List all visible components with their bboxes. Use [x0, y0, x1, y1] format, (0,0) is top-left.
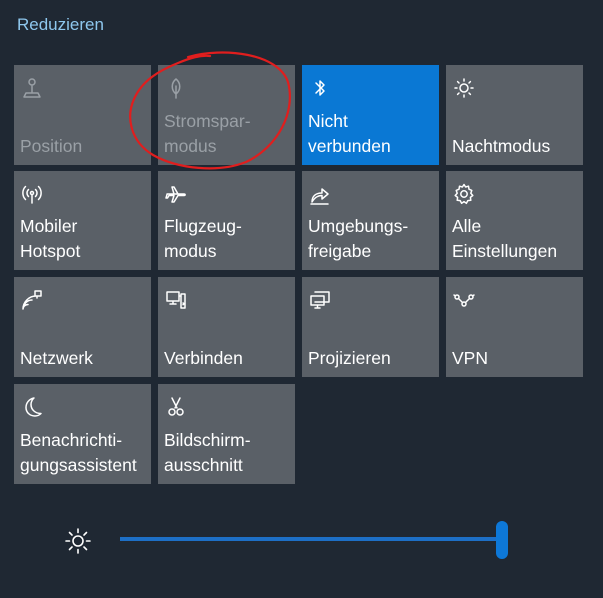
- project-icon: [308, 288, 332, 312]
- bluetooth-icon: [308, 76, 332, 100]
- moon-icon: [20, 395, 44, 419]
- tile-label-line: Nicht: [308, 111, 348, 131]
- hotspot-icon: [20, 182, 44, 206]
- tile-airplane-mode[interactable]: Flugzeug-modus: [158, 171, 295, 270]
- tile-bluetooth[interactable]: Nicht verbunden: [302, 65, 439, 165]
- tile-project[interactable]: Projizieren: [302, 277, 439, 377]
- tile-label-line: modus: [164, 241, 217, 261]
- tile-snip[interactable]: Bildschirm-ausschnitt: [158, 384, 295, 484]
- tile-battery-saver[interactable]: Stromspar-modus: [158, 65, 295, 165]
- tile-label-line: ausschnitt: [164, 455, 243, 475]
- scissors-icon: [164, 395, 188, 419]
- brightness-thumb[interactable]: [496, 521, 508, 559]
- tile-label-line: Netzwerk: [20, 348, 93, 368]
- tile-label-line: VPN: [452, 348, 488, 368]
- brightness-track[interactable]: [120, 537, 502, 541]
- tile-label-line: Mobiler: [20, 216, 78, 236]
- tile-network[interactable]: Netzwerk: [14, 277, 151, 377]
- tile-vpn[interactable]: VPN: [446, 277, 583, 377]
- tile-label-line: modus: [164, 136, 217, 156]
- tile-label: Position: [20, 134, 147, 159]
- tile-connect[interactable]: Verbinden: [158, 277, 295, 377]
- tile-position[interactable]: Position: [14, 65, 151, 165]
- brightness-icon: [64, 527, 92, 555]
- brightness-control: [0, 510, 603, 570]
- tile-mobile-hotspot[interactable]: Mobiler Hotspot: [14, 171, 151, 270]
- connect-icon: [164, 288, 188, 312]
- tile-label: VPN: [452, 346, 579, 371]
- tile-label: Nachtmodus: [452, 134, 579, 159]
- tile-label-line: Flugzeug-: [164, 216, 242, 236]
- tile-label-line: freigabe: [308, 241, 372, 261]
- tile-label: Benachrichti-gungsassistent: [20, 428, 147, 478]
- gear-icon: [452, 182, 476, 206]
- tile-night-mode[interactable]: Nachtmodus: [446, 65, 583, 165]
- tile-label: Projizieren: [308, 346, 435, 371]
- share-icon: [308, 182, 332, 206]
- tile-nearby-sharing[interactable]: Umgebungs-freigabe: [302, 171, 439, 270]
- tile-label: Bildschirm-ausschnitt: [164, 428, 291, 478]
- tile-label-line: Alle: [452, 216, 482, 236]
- tile-label: Mobiler Hotspot: [20, 214, 147, 264]
- airplane-icon: [164, 182, 188, 206]
- tile-label-line: Einstellungen: [452, 241, 558, 261]
- vpn-icon: [452, 288, 476, 312]
- tile-all-settings[interactable]: Alle Einstellungen: [446, 171, 583, 270]
- tile-label-line: Stromspar-: [164, 111, 251, 131]
- tile-label-line: Umgebungs-: [308, 216, 409, 236]
- tile-label: Nicht verbunden: [308, 109, 435, 159]
- tile-label: Umgebungs-freigabe: [308, 214, 435, 264]
- collapse-link[interactable]: Reduzieren: [17, 15, 104, 35]
- tile-label-line: Verbinden: [164, 348, 243, 368]
- tile-label-line: Bildschirm-: [164, 430, 251, 450]
- network-icon: [20, 288, 44, 312]
- tile-label-line: Position: [20, 136, 83, 156]
- tile-label-line: verbunden: [308, 136, 391, 156]
- tile-label: Alle Einstellungen: [452, 214, 579, 264]
- location-icon: [20, 76, 44, 100]
- tile-label-line: Benachrichti-: [20, 430, 123, 450]
- tile-focus-assist[interactable]: Benachrichti-gungsassistent: [14, 384, 151, 484]
- tile-label-line: Nachtmodus: [452, 136, 551, 156]
- tile-label: Stromspar-modus: [164, 109, 291, 159]
- tile-label-line: gungsassistent: [20, 455, 137, 475]
- tile-label: Flugzeug-modus: [164, 214, 291, 264]
- leaf-icon: [164, 76, 188, 100]
- tile-label: Netzwerk: [20, 346, 147, 371]
- tile-label: Verbinden: [164, 346, 291, 371]
- night-light-icon: [452, 76, 476, 100]
- tile-label-line: Projizieren: [308, 348, 391, 368]
- tile-label-line: Hotspot: [20, 241, 81, 261]
